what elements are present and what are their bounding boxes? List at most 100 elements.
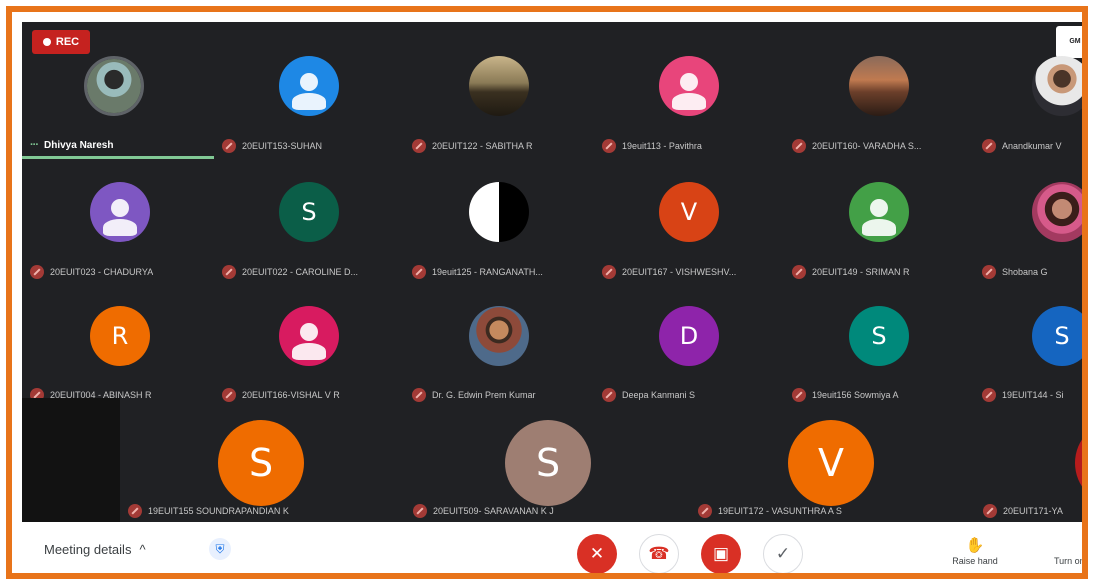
avatar: S — [505, 420, 591, 506]
participant-name: 20EUIT166-VISHAL V R — [242, 390, 340, 400]
participant-tile[interactable]: D Deepa Kanmani S — [594, 294, 784, 412]
participant-tile[interactable]: S 20EUIT509- SARAVANAN K J — [405, 418, 690, 522]
participant-tile[interactable]: V 20EUIT167 - VISHWESHV... — [594, 170, 784, 288]
mic-off-icon — [602, 388, 616, 402]
meeting-details-button[interactable]: Meeting details ^ — [44, 542, 146, 557]
chevron-up-icon: ^ — [139, 542, 146, 557]
person-avatar-icon — [849, 182, 909, 242]
avatar: R — [90, 306, 150, 366]
avatar: S — [218, 420, 304, 506]
speaking-dots-icon: ··· — [30, 139, 39, 151]
participant-tile[interactable]: S 20EUIT022 - CAROLINE D... — [214, 170, 404, 288]
mic-off-button[interactable]: ✕ — [577, 534, 617, 573]
mic-off-icon — [128, 504, 142, 518]
participant-tile[interactable]: ··· Dhivya Naresh — [22, 44, 214, 162]
mic-off-icon — [792, 139, 806, 153]
mic-off-icon: ✕ — [589, 544, 605, 563]
mic-off-icon — [412, 139, 426, 153]
participant-tile[interactable]: Dr. G. Edwin Prem Kumar — [404, 294, 594, 412]
mic-off-icon — [983, 504, 997, 518]
mic-off-icon — [222, 139, 236, 153]
camera-off-button[interactable]: ▣ — [701, 534, 741, 573]
mic-off-icon — [413, 504, 427, 518]
avatar — [1075, 420, 1082, 506]
participant-grid: REC GM ··· Dhivya Naresh 20EUIT153-SUHAN — [22, 22, 1082, 522]
participant-name: Anandkumar V — [1002, 141, 1062, 151]
participant-name: 20EUIT160- VARADHA S... — [812, 141, 922, 151]
participant-tile[interactable]: S 19euit156 Sowmiya A — [784, 294, 974, 412]
participant-tile[interactable]: V 19EUIT172 - VASUNTHRA A S — [690, 418, 975, 522]
mic-off-icon — [412, 388, 426, 402]
meeting-toolbar: Meeting details ^ ⛨ ✕ ☎ ▣ ✓ ✋ Raise hand… — [22, 522, 1082, 573]
participant-name: 20EUIT171-YA — [1003, 506, 1063, 516]
participant-name: 19euit156 Sowmiya A — [812, 390, 899, 400]
person-avatar-icon — [279, 56, 339, 116]
mic-off-icon — [222, 388, 236, 402]
avatar: V — [659, 182, 719, 242]
participant-tile[interactable]: 19euit113 - Pavithra — [594, 44, 784, 162]
participant-name: 19EUIT155 SOUNDRAPANDIAN K — [148, 506, 289, 516]
avatar: V — [788, 420, 874, 506]
participant-tile[interactable]: 20EUIT171-YA — [975, 418, 1082, 522]
participant-tile[interactable]: 19euit125 - RANGANATH... — [404, 170, 594, 288]
participant-tile[interactable]: Shobana G — [974, 170, 1082, 288]
participant-tile[interactable]: S 19EUIT155 SOUNDRAPANDIAN K — [120, 418, 405, 522]
participant-name: Deepa Kanmani S — [622, 390, 696, 400]
participant-name: 19EUIT144 - Si — [1002, 390, 1064, 400]
participant-tile[interactable]: 20EUIT122 - SABITHA R — [404, 44, 594, 162]
mic-off-icon — [602, 139, 616, 153]
mic-off-icon — [222, 265, 236, 279]
mic-off-icon — [412, 265, 426, 279]
avatar — [84, 56, 144, 116]
screenshot-frame: REC GM ··· Dhivya Naresh 20EUIT153-SUHAN — [6, 6, 1088, 579]
meeting-details-label: Meeting details — [44, 542, 132, 557]
mic-off-icon — [602, 265, 616, 279]
raise-hand-button[interactable]: ✋ Raise hand — [940, 536, 1010, 566]
person-avatar-icon — [279, 306, 339, 366]
participant-tile[interactable]: 20EUIT149 - SRIMAN R — [784, 170, 974, 288]
mic-off-icon — [698, 504, 712, 518]
camera-off-icon: ▣ — [712, 544, 730, 563]
participant-name: 20EUIT153-SUHAN — [242, 141, 323, 151]
person-avatar-icon — [90, 182, 150, 242]
mic-off-icon — [982, 265, 996, 279]
participant-tile[interactable]: 20EUIT023 - CHADURYA — [22, 170, 214, 288]
active-speaker-bar — [22, 156, 214, 159]
hand-icon: ✋ — [965, 537, 985, 554]
person-avatar-icon — [659, 56, 719, 116]
participant-name: 19euit125 - RANGANATH... — [432, 267, 543, 277]
avatar: S — [1032, 306, 1082, 366]
avatar: S — [279, 182, 339, 242]
avatar: D — [659, 306, 719, 366]
avatar — [469, 306, 529, 366]
avatar — [1032, 56, 1082, 116]
participant-name: 20EUIT022 - CAROLINE D... — [242, 267, 359, 277]
participant-tile[interactable]: R 20EUIT004 - ABINASH R — [22, 294, 214, 412]
participant-tile[interactable]: Anandkumar V — [974, 44, 1082, 162]
check-icon: ✓ — [775, 544, 791, 563]
participant-tile[interactable]: 20EUIT153-SUHAN — [214, 44, 404, 162]
avatar — [1032, 182, 1082, 242]
mic-off-icon — [792, 265, 806, 279]
participant-name: 20EUIT023 - CHADURYA — [50, 267, 154, 277]
hang-up-icon: ☎ — [648, 544, 670, 563]
avatar — [469, 182, 529, 242]
more-actions-button[interactable]: ✓ — [763, 534, 803, 573]
avatar: S — [849, 306, 909, 366]
participant-tile[interactable]: S 19EUIT144 - Si — [974, 294, 1082, 412]
avatar — [469, 56, 529, 116]
participant-name: 19euit113 - Pavithra — [622, 141, 702, 151]
turn-on-captions-button[interactable]: Turn on — [1054, 556, 1082, 566]
leave-call-button[interactable]: ☎ — [639, 534, 679, 573]
shield-icon[interactable]: ⛨ — [209, 538, 231, 560]
mic-off-icon — [982, 388, 996, 402]
participant-name: Shobana G — [1002, 267, 1048, 277]
participant-tile[interactable]: 20EUIT166-VISHAL V R — [214, 294, 404, 412]
participant-tile[interactable]: 20EUIT160- VARADHA S... — [784, 44, 974, 162]
video-tile[interactable] — [22, 398, 120, 522]
mic-off-icon — [792, 388, 806, 402]
participant-name: 20EUIT167 - VISHWESHV... — [622, 267, 737, 277]
participant-name: 20EUIT149 - SRIMAN R — [812, 267, 910, 277]
mic-off-icon — [30, 265, 44, 279]
participant-name: 19EUIT172 - VASUNTHRA A S — [718, 506, 842, 516]
